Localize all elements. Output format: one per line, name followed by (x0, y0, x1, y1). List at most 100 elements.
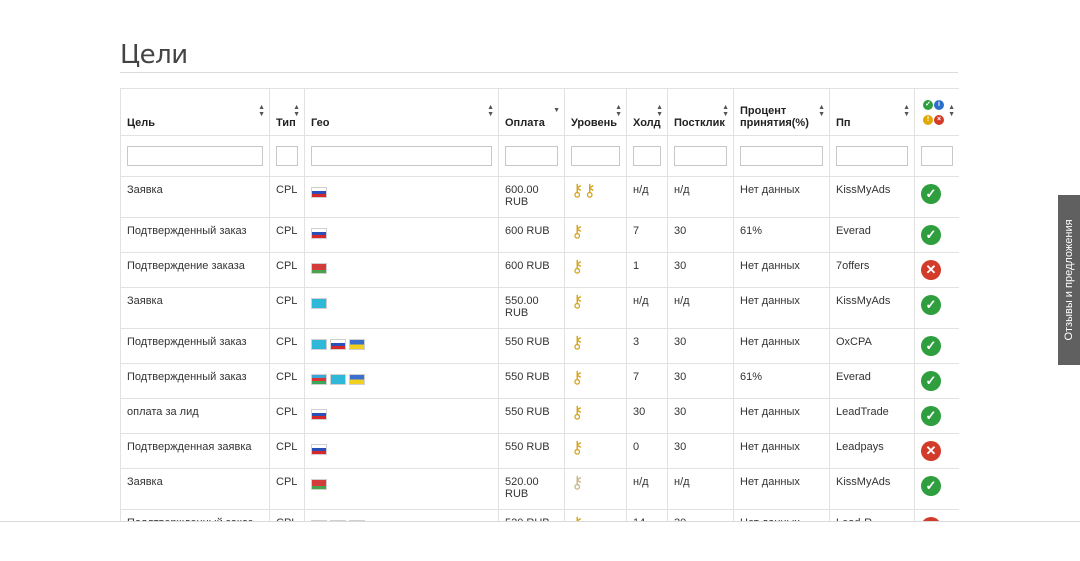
column-header-geo[interactable]: Гео ▲ ▼ (304, 88, 499, 136)
pp-link[interactable]: KissMyAds (829, 176, 915, 218)
filter-row (120, 135, 959, 177)
level-keys-icon: ⚷ (571, 257, 584, 276)
flag-by-icon (311, 263, 327, 274)
geo-cell (304, 363, 499, 399)
sort-icon[interactable]: ▲ ▼ (818, 104, 825, 118)
table-body: Заявка CPL 600.00 RUB ⚷⚷ н/д н/д Нет данных Kis… (120, 176, 959, 521)
table-row[interactable]: Заявка CPL 600.00 RUB ⚷⚷ н/д н/д Нет данных Kis… (120, 176, 959, 218)
x-circle-icon[interactable]: ✕ (921, 260, 941, 280)
header-row: Цель ▲ ▼ Тип ▲ ▼ Гео ▲ ▼ Оплата ▼ Уровень ▲ ▼ Хол… (120, 88, 959, 136)
table-row[interactable]: Подтвержденный заказ CPL 600 RUB ⚷ 7 30 61% Eve… (120, 217, 959, 253)
feedback-tab[interactable]: Отзывы и предложения (1058, 195, 1080, 365)
column-header-level[interactable]: Уровень ▲ ▼ (564, 88, 627, 136)
column-header-hold[interactable]: Холд ▲ ▼ (626, 88, 668, 136)
level-cell: ⚷ (564, 468, 627, 510)
sort-icon[interactable]: ▲ ▼ (656, 104, 663, 118)
status-cell: ✓ (914, 398, 959, 434)
pp-link[interactable]: KissMyAds (829, 468, 915, 510)
level-keys-icon: ⚷ (571, 333, 584, 352)
sort-icon[interactable]: ▲ ▼ (722, 104, 729, 118)
status-cell: ✓ (914, 287, 959, 329)
sort-icon[interactable]: ▲ ▼ (258, 104, 265, 118)
filter-cell (498, 135, 565, 177)
table-row[interactable]: Поддтвержденный заказCPL 520 RUB⚷1430Нет … (120, 509, 959, 521)
hold-cell: 7 (626, 217, 668, 253)
geo-cell (304, 217, 499, 253)
sort-icon[interactable]: ▲ ▼ (948, 104, 955, 118)
acceptance-filter-input[interactable] (740, 146, 823, 166)
level-keys-icon: ⚷ (571, 403, 584, 422)
pp-link[interactable]: Everad (829, 217, 915, 253)
acceptance-cell: Нет данных (733, 509, 830, 521)
goal-cell: Подтвержденный заказ (120, 328, 270, 364)
postclick-filter-input[interactable] (674, 146, 727, 166)
geo-cell (304, 287, 499, 329)
payment-cell: 550 RUB (498, 433, 565, 469)
table-row[interactable]: Подтвержденный заказ CPL 550 RUB ⚷ 3 30 Нет да… (120, 328, 959, 364)
flag-ru-icon (311, 409, 327, 420)
sort-icon[interactable]: ▲ ▼ (293, 104, 300, 118)
table-row[interactable]: Подтвержденный заказ CPL 550 RUB ⚷ 7 30 61% Eve… (120, 363, 959, 399)
check-circle-icon[interactable]: ✓ (921, 184, 941, 204)
type-cell: CPL (269, 433, 305, 469)
acceptance-cell: Нет данных (733, 252, 830, 288)
pp-link[interactable]: 7offers (829, 252, 915, 288)
postclick-cell: 30 (667, 217, 734, 253)
column-header-status[interactable]: ✓ i ! × ▲ ▼ (914, 88, 959, 136)
acceptance-cell: Нет данных (733, 433, 830, 469)
level-filter-input[interactable] (571, 146, 620, 166)
header-label: Тип (276, 117, 296, 129)
sort-icon[interactable]: ▲ ▼ (903, 104, 910, 118)
pp-link[interactable]: OxCPA (829, 328, 915, 364)
table-row[interactable]: Подтвержденная заявка CPL 550 RUB ⚷ 0 30 Нет д… (120, 433, 959, 469)
pp-link[interactable]: Everad (829, 363, 915, 399)
payment-cell: 520 RUB (498, 509, 565, 521)
sort-desc-icon[interactable]: ▼ (553, 107, 560, 114)
geo-filter-input[interactable] (311, 146, 492, 166)
check-circle-icon[interactable]: ✓ (921, 406, 941, 426)
status-filter-input[interactable] (921, 146, 953, 166)
feedback-tab-label: Отзывы и предложения (1063, 219, 1075, 341)
goal-filter-input[interactable] (127, 146, 263, 166)
goal-cell: Заявка (120, 176, 270, 218)
check-circle-icon[interactable]: ✓ (921, 336, 941, 356)
filter-cell (564, 135, 627, 177)
postclick-cell: 30 (667, 433, 734, 469)
check-circle-icon[interactable]: ✓ (921, 295, 941, 315)
acceptance-cell: Нет данных (733, 398, 830, 434)
sort-icon[interactable]: ▲ ▼ (615, 104, 622, 118)
pp-link[interactable]: Leadpays (829, 433, 915, 469)
pp-filter-input[interactable] (836, 146, 908, 166)
pp-link[interactable]: KissMyAds (829, 287, 915, 329)
column-header-goal[interactable]: Цель ▲ ▼ (120, 88, 270, 136)
table-row[interactable]: Заявка CPL 520.00 RUB ⚷ н/д н/д Нет данных Kiss… (120, 468, 959, 510)
pp-link[interactable]: Lead-R (829, 509, 915, 521)
type-cell: CPL (269, 363, 305, 399)
column-header-type[interactable]: Тип ▲ ▼ (269, 88, 305, 136)
type-cell: CPL (269, 328, 305, 364)
check-circle-icon[interactable]: ✓ (921, 225, 941, 245)
check-circle-icon[interactable]: ✓ (921, 476, 941, 496)
payment-cell: 550 RUB (498, 328, 565, 364)
column-header-payment[interactable]: Оплата ▼ (498, 88, 565, 136)
status-cell: ✓ (914, 328, 959, 364)
level-cell: ⚷ (564, 252, 627, 288)
level-keys-icon: ⚷ (571, 368, 584, 387)
table-row[interactable]: Подтверждение заказа CPL 600 RUB ⚷ 1 30 Нет да… (120, 252, 959, 288)
type-filter-input[interactable] (276, 146, 298, 166)
check-circle-icon[interactable]: ✓ (921, 371, 941, 391)
column-header-acceptance[interactable]: Процент принятия(%) ▲ ▼ (733, 88, 830, 136)
table-row[interactable]: Заявка CPL 550.00 RUB ⚷ н/д н/д Нет данных Kiss… (120, 287, 959, 329)
payment-filter-input[interactable] (505, 146, 558, 166)
column-header-pp[interactable]: Пп ▲ ▼ (829, 88, 915, 136)
sort-icon[interactable]: ▲ ▼ (487, 104, 494, 118)
status-cell: ✓ (914, 176, 959, 218)
hold-filter-input[interactable] (633, 146, 661, 166)
level-keys-icon: ⚷ (571, 438, 584, 457)
column-header-postclick[interactable]: Постклик ▲ ▼ (667, 88, 734, 136)
x-circle-icon[interactable]: ✕ (921, 441, 941, 461)
table-row[interactable]: оплата за лид CPL 550 RUB ⚷ 30 30 Нет данных Le… (120, 398, 959, 434)
status-cell: ✕ (914, 252, 959, 288)
status-cell: ✕ (914, 509, 959, 521)
pp-link[interactable]: LeadTrade (829, 398, 915, 434)
